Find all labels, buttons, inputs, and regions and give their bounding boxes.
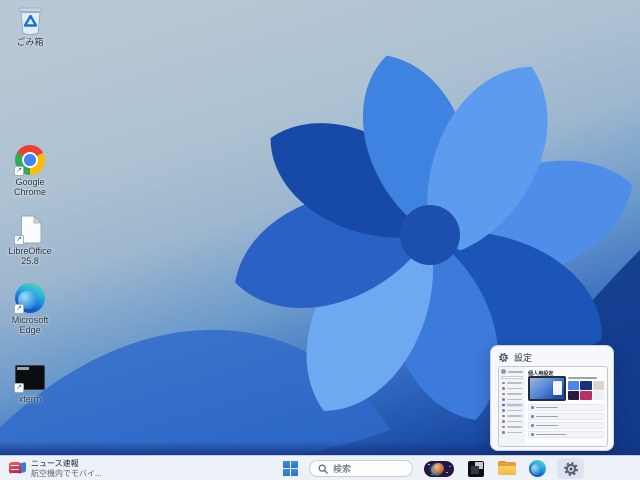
shortcut-arrow-icon: ↗	[14, 304, 24, 314]
mini-page-heading: 個人用設定	[528, 369, 593, 374]
settings-mini-sidebar	[499, 367, 525, 446]
desktop-icon-label: ごみ箱	[16, 38, 43, 48]
desktop-icon-microsoft-edge[interactable]: ↗ Microsoft Edge	[2, 281, 58, 336]
microsoft-edge-icon: ↗	[13, 281, 47, 315]
widgets-planet-button[interactable]	[424, 458, 461, 479]
theme-tile	[593, 391, 604, 400]
planet-icon	[424, 461, 454, 477]
recycle-bin-icon	[13, 3, 47, 37]
edge-icon	[529, 460, 546, 477]
mini-nav-personalization-selected	[501, 403, 523, 407]
account-avatar	[501, 369, 506, 374]
mini-settings-row	[528, 404, 604, 411]
shortcut-arrow-icon: ↗	[14, 383, 24, 393]
windows-logo-icon	[283, 469, 290, 476]
theme-tile	[568, 381, 579, 390]
settings-gear-icon	[563, 461, 579, 477]
edge-button[interactable]	[529, 458, 546, 479]
settings-gear-icon	[498, 352, 509, 363]
theme-tile	[580, 391, 591, 400]
desktop-icon-xterm[interactable]: ↗ xterm	[2, 360, 58, 405]
start-button[interactable]	[283, 461, 298, 476]
desktop-icon-label: Google Chrome	[2, 178, 58, 198]
preview-app-title: 設定	[514, 351, 532, 364]
mini-settings-row	[528, 413, 604, 420]
desktop-icon-label: LibreOffice 25.8	[2, 247, 58, 267]
mini-settings-row	[528, 431, 604, 438]
windows-logo-icon	[283, 461, 290, 468]
screen: ごみ箱 ↗ Google Chrome ↗ LibreOffice 25.8 ↗…	[0, 0, 640, 480]
theme-tile	[593, 381, 604, 390]
shortcut-arrow-icon: ↗	[14, 235, 24, 245]
taskbar-app-icons	[424, 458, 584, 479]
news-headline-title: ニュース速報	[31, 459, 102, 469]
widgets-news-button[interactable]: ニュース速報 航空機内でモバイ...	[5, 458, 106, 479]
xterm-terminal-icon: ↗	[13, 360, 47, 394]
desktop-icon-libreoffice[interactable]: ↗ LibreOffice 25.8	[2, 212, 58, 267]
search-placeholder: 検索	[333, 462, 351, 475]
desktop-icon-label: xterm	[19, 395, 42, 405]
theme-tile	[568, 391, 579, 400]
taskbar: ニュース速報 航空機内でモバイ... 検索	[0, 455, 640, 480]
xterm-window-icon	[468, 461, 484, 477]
desktop-icon-label: Microsoft Edge	[2, 316, 58, 336]
desktop-icon-recycle-bin[interactable]: ごみ箱	[2, 3, 58, 48]
libreoffice-document-icon: ↗	[13, 212, 47, 246]
settings-window-thumbnail[interactable]: 個人用設定	[498, 366, 608, 447]
mini-wallpaper-preview	[528, 376, 566, 401]
preview-header: 設定	[498, 350, 606, 364]
settings-mini-main: 個人用設定	[525, 367, 607, 446]
mini-theme-picker	[568, 376, 604, 401]
settings-taskbar-preview[interactable]: 設定 個人用設定	[490, 345, 614, 451]
taskbar-xterm-button[interactable]	[461, 458, 491, 479]
google-chrome-icon: ↗	[13, 143, 47, 177]
folder-icon	[498, 461, 516, 476]
search-icon	[318, 464, 328, 474]
desktop-icon-google-chrome[interactable]: ↗ Google Chrome	[2, 143, 58, 198]
mini-settings-row	[528, 422, 604, 429]
news-headline-subtitle: 航空機内でモバイ...	[31, 469, 102, 478]
windows-logo-icon	[291, 461, 298, 468]
theme-tile	[580, 381, 591, 390]
windows-logo-icon	[291, 469, 298, 476]
taskbar-search-box[interactable]: 検索	[309, 460, 413, 477]
news-icon	[9, 460, 26, 477]
shortcut-arrow-icon: ↗	[14, 166, 24, 176]
settings-button[interactable]	[557, 458, 584, 479]
mini-search-box	[501, 376, 523, 379]
file-explorer-button[interactable]	[491, 458, 523, 479]
